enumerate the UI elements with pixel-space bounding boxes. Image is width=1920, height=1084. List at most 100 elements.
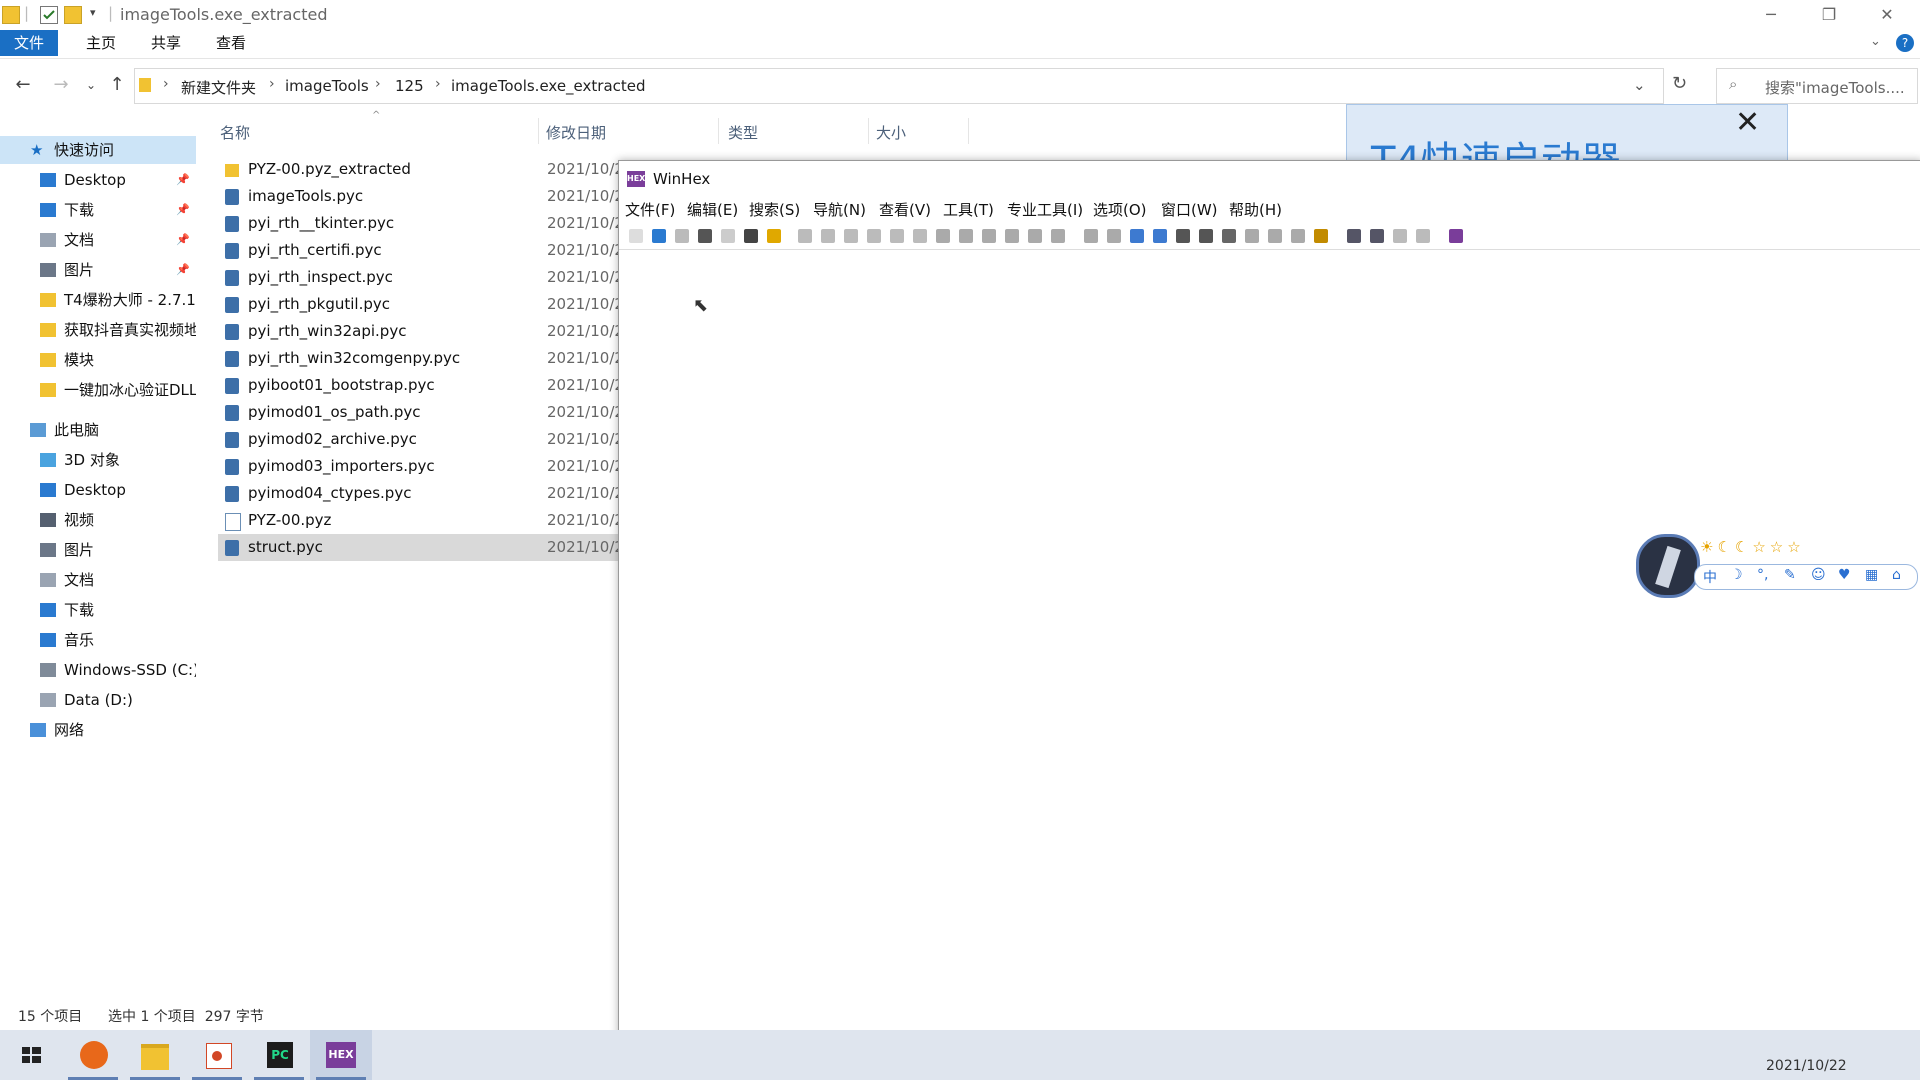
nav-pc-item-4[interactable]: 文档 xyxy=(0,566,196,594)
undo-icon[interactable] xyxy=(798,229,812,243)
winhex-menu-item[interactable]: 文件(F) xyxy=(625,199,675,220)
go-forward-icon[interactable] xyxy=(1107,229,1121,243)
ime-tool-icon[interactable]: 中 xyxy=(1703,567,1717,587)
ime-tool-icon[interactable]: °, xyxy=(1757,567,1768,583)
ram-open-icon[interactable] xyxy=(1153,229,1167,243)
column-name[interactable]: 名称 xyxy=(220,122,250,143)
nav-quick-item-0[interactable]: Desktop 📌 xyxy=(0,166,196,194)
nav-quick-access[interactable]: ★ 快速访问 xyxy=(0,136,196,164)
find-icon[interactable] xyxy=(936,229,950,243)
file-row[interactable]: pyimod04_ctypes.pyc 2021/10/2 xyxy=(218,480,624,507)
next-icon[interactable] xyxy=(1416,229,1430,243)
winhex-menu-item[interactable]: 窗口(W) xyxy=(1161,199,1218,220)
taskbar-powerpoint[interactable] xyxy=(186,1030,248,1080)
breadcrumb-item[interactable]: imageTools.exe_extracted xyxy=(451,77,646,95)
customize-quick-access-icon[interactable]: ▾ xyxy=(90,6,96,19)
replace-icon[interactable] xyxy=(982,229,996,243)
taskbar-winhex[interactable]: HEX xyxy=(310,1030,372,1080)
ime-tool-icon[interactable]: ♥ xyxy=(1838,567,1851,583)
pin-icon[interactable]: 📌 xyxy=(176,256,190,284)
restore-button[interactable]: ❐ xyxy=(1806,2,1852,28)
column-divider[interactable] xyxy=(538,118,539,144)
start-button[interactable] xyxy=(0,1030,62,1080)
paste-special-icon[interactable] xyxy=(890,229,904,243)
paste-icon[interactable] xyxy=(867,229,881,243)
breadcrumb-item[interactable]: 125 xyxy=(395,77,424,95)
grid-1-icon[interactable] xyxy=(1347,229,1361,243)
grid-2-icon[interactable] xyxy=(1370,229,1384,243)
back-arrow-icon[interactable]: ← xyxy=(12,74,34,96)
column-divider[interactable] xyxy=(968,118,969,144)
breadcrumb-item[interactable]: imageTools xyxy=(285,77,369,95)
ime-tool-icon[interactable]: ✎ xyxy=(1784,567,1796,583)
winhex-menu-item[interactable]: 工具(T) xyxy=(943,199,994,220)
nav-quick-item-3[interactable]: 图片 📌 xyxy=(0,256,196,284)
prev-icon[interactable] xyxy=(1393,229,1407,243)
column-type[interactable]: 类型 xyxy=(728,122,758,143)
undo-disabled-icon[interactable] xyxy=(721,229,735,243)
calculator-icon[interactable] xyxy=(1222,229,1236,243)
print-icon[interactable] xyxy=(698,229,712,243)
winhex-menu-item[interactable]: 导航(N) xyxy=(813,199,866,220)
winhex-menu-item[interactable]: 搜索(S) xyxy=(749,199,800,220)
winhex-menu-item[interactable]: 选项(O) xyxy=(1093,199,1147,220)
file-row[interactable]: pyimod01_os_path.pyc 2021/10/2 xyxy=(218,399,624,426)
column-size[interactable]: 大小 xyxy=(876,122,906,143)
nav-quick-item-6[interactable]: 模块 xyxy=(0,346,196,374)
nav-pc-item-7[interactable]: Windows-SSD (C:) xyxy=(0,656,196,684)
tab-file[interactable]: 文件 xyxy=(0,30,58,56)
pin-icon[interactable]: 📌 xyxy=(176,166,190,194)
nav-quick-item-2[interactable]: 文档 📌 xyxy=(0,226,196,254)
export-icon[interactable] xyxy=(767,229,781,243)
nav-pc-item-5[interactable]: 下载 xyxy=(0,596,196,624)
winhex-menu-item[interactable]: 帮助(H) xyxy=(1229,199,1282,220)
file-row[interactable]: imageTools.pyc 2021/10/2 xyxy=(218,183,624,210)
input-method-widget[interactable]: ☀☾☾☆☆☆ 中 ☽ °, ✎ ☺ ♥ ▦ ⌂ xyxy=(1634,534,1920,598)
file-row[interactable]: pyimod03_importers.pyc 2021/10/2 xyxy=(218,453,624,480)
nav-this-pc[interactable]: 此电脑 xyxy=(0,416,196,444)
convert-icon[interactable] xyxy=(913,229,927,243)
pin-icon[interactable]: 📌 xyxy=(176,196,190,224)
nav-pc-item-1[interactable]: Desktop xyxy=(0,476,196,504)
nav-quick-item-7[interactable]: 一键加冰心验证DLL xyxy=(0,376,196,404)
ime-tool-icon[interactable]: ☽ xyxy=(1730,567,1743,583)
close-button[interactable]: ✕ xyxy=(1864,2,1910,28)
tab-home[interactable]: 主页 xyxy=(80,30,122,56)
nav-quick-item-5[interactable]: 获取抖音真实视频地 xyxy=(0,316,196,344)
file-row[interactable]: pyi_rth_pkgutil.pyc 2021/10/2 xyxy=(218,291,624,318)
nav-pc-item-8[interactable]: Data (D:) xyxy=(0,686,196,714)
tab-share[interactable]: 共享 xyxy=(145,30,187,56)
open-icon[interactable] xyxy=(652,229,666,243)
file-row[interactable]: pyi_rth_inspect.pyc 2021/10/2 xyxy=(218,264,624,291)
forward-arrow-icon[interactable]: → xyxy=(50,74,72,96)
nav-network[interactable]: 网络 xyxy=(0,716,196,744)
taskbar-pycharm[interactable]: PC xyxy=(248,1030,310,1080)
column-divider[interactable] xyxy=(868,118,869,144)
file-row[interactable]: pyi_rth_certifi.pyc 2021/10/2 xyxy=(218,237,624,264)
goto-icon[interactable] xyxy=(1051,229,1065,243)
cut-icon[interactable] xyxy=(844,229,858,243)
book-icon[interactable] xyxy=(1449,229,1463,243)
ime-tool-icon[interactable]: ▦ xyxy=(1865,567,1878,583)
search-2-icon[interactable] xyxy=(1268,229,1282,243)
taskbar-file-explorer[interactable] xyxy=(124,1030,186,1080)
nav-quick-item-4[interactable]: T4爆粉大师 - 2.7.1. xyxy=(0,286,196,314)
go-back-icon[interactable] xyxy=(1084,229,1098,243)
disk-open-icon[interactable] xyxy=(1130,229,1144,243)
tab-view[interactable]: 查看 xyxy=(210,30,252,56)
avatar[interactable] xyxy=(1636,534,1700,598)
file-row[interactable]: pyi_rth_win32api.pyc 2021/10/2 xyxy=(218,318,624,345)
ram-tools-icon[interactable] xyxy=(1199,229,1213,243)
breadcrumb-item[interactable]: 新建文件夹 xyxy=(181,77,256,98)
address-dropdown-icon[interactable]: ⌄ xyxy=(1633,76,1646,94)
find-next-icon[interactable] xyxy=(1028,229,1042,243)
recent-locations-icon[interactable]: ⌄ xyxy=(80,74,102,96)
winhex-window[interactable]: HEX WinHex 文件(F) 编辑(E) 搜索(S) 导航(N) 查看(V) 工具(T… xyxy=(618,160,1920,1064)
column-divider[interactable] xyxy=(718,118,719,144)
nav-pc-item-3[interactable]: 图片 xyxy=(0,536,196,564)
file-row[interactable]: pyimod02_archive.pyc 2021/10/2 xyxy=(218,426,624,453)
search-3-icon[interactable] xyxy=(1291,229,1305,243)
file-row[interactable]: PYZ-00.pyz_extracted 2021/10/2 xyxy=(218,156,624,183)
nav-pc-item-2[interactable]: 视频 xyxy=(0,506,196,534)
nav-pc-item-0[interactable]: 3D 对象 xyxy=(0,446,196,474)
